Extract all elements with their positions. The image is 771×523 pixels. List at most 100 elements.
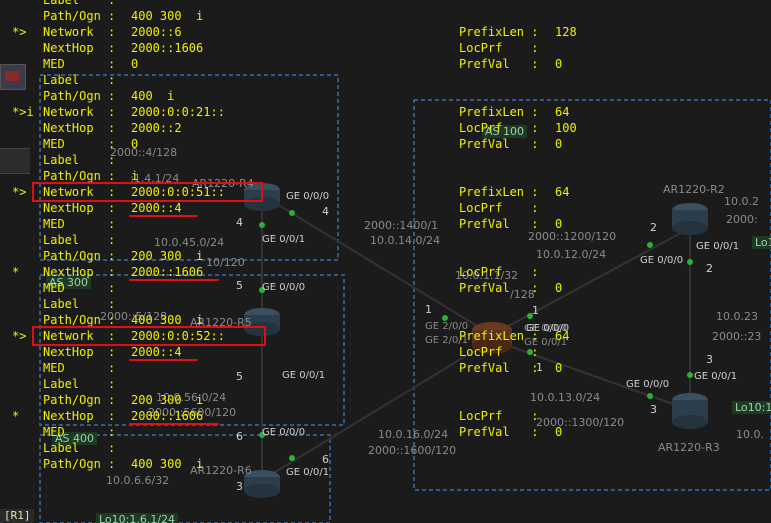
route-field-value: 128: [555, 25, 577, 39]
route-field-colon: :: [531, 137, 539, 151]
route-field-key: Network: [43, 105, 94, 119]
route-status-code: *>: [12, 329, 27, 343]
terminal-output[interactable]: Label: Path/Ogn:400 300 i *> Network:2000::…: [0, 0, 771, 523]
annotation-underline: [129, 359, 198, 361]
route-field-key: LocPrf: [459, 201, 503, 215]
route-field-value: 2000::1606: [131, 41, 204, 55]
route-field-key: NextHop: [43, 201, 94, 215]
route-field-value: 400 i: [131, 89, 175, 103]
route-field-key: PrefixLen: [459, 329, 525, 343]
route-field-value: 0: [555, 57, 563, 71]
route-field-colon: :: [107, 25, 116, 39]
route-field-value: 400 300 i: [131, 9, 204, 23]
route-field-value: 2000:0:0:21::: [131, 105, 225, 119]
route-field-colon: :: [107, 89, 116, 103]
route-field-key: LocPrf: [459, 345, 503, 359]
route-field-colon: :: [107, 0, 116, 7]
route-field-key: Label: [43, 73, 80, 87]
route-field-colon: :: [531, 121, 539, 135]
route-field-colon: :: [107, 105, 116, 119]
route-field-colon: :: [531, 265, 539, 279]
route-field-colon: :: [531, 425, 539, 439]
route-field-value: 100: [555, 121, 577, 135]
route-field-key: LocPrf: [459, 409, 503, 423]
route-field-value: 0: [131, 137, 139, 151]
route-field-key: NextHop: [43, 41, 94, 55]
route-field-colon: :: [107, 441, 116, 455]
route-field-value: 200 300 i: [131, 393, 204, 407]
route-field-key: LocPrf: [459, 265, 503, 279]
route-field-key: PrefixLen: [459, 185, 525, 199]
route-field-key: LocPrf: [459, 121, 503, 135]
annotation-highlight-box: [32, 326, 266, 346]
route-field-key: Path/Ogn: [43, 249, 101, 263]
route-field-value: 0: [555, 361, 563, 375]
route-status-code: *: [12, 409, 20, 423]
route-field-colon: :: [107, 121, 116, 135]
route-field-value: 64: [555, 185, 570, 199]
route-field-colon: :: [531, 345, 539, 359]
route-field-colon: :: [107, 201, 116, 215]
route-field-key: PrefVal: [459, 137, 510, 151]
route-field-key: Path/Ogn: [43, 393, 101, 407]
route-field-value: 2000::1606: [131, 265, 204, 279]
route-field-key: Label: [43, 297, 80, 311]
route-field-colon: :: [107, 393, 116, 407]
route-field-key: MED: [43, 281, 65, 295]
route-status-code: *: [12, 265, 20, 279]
route-field-colon: :: [531, 329, 539, 343]
route-field-key: NextHop: [43, 345, 94, 359]
ensp-workspace: AR1220-R4 AR1220-R5 AR1220-R6 AR1220-R2 …: [0, 0, 771, 523]
route-field-key: NextHop: [43, 121, 94, 135]
annotation-underline: [129, 423, 220, 425]
route-field-value: 64: [555, 329, 570, 343]
route-field-value: 2000::1606: [131, 409, 204, 423]
route-field-colon: :: [531, 281, 539, 295]
route-field-colon: :: [107, 233, 116, 247]
route-field-key: Label: [43, 153, 80, 167]
route-field-value: 0: [555, 281, 563, 295]
route-field-colon: :: [107, 265, 116, 279]
route-field-key: PrefVal: [459, 281, 510, 295]
route-field-value: 0: [555, 425, 563, 439]
status-corner-label: [R1]: [0, 509, 34, 523]
annotation-underline: [129, 215, 198, 217]
route-field-colon: :: [107, 57, 116, 71]
route-field-value: 0: [555, 217, 563, 231]
route-field-colon: :: [107, 137, 116, 151]
route-field-colon: :: [107, 361, 116, 375]
route-field-key: Path/Ogn: [43, 9, 101, 23]
route-field-colon: :: [531, 105, 539, 119]
route-field-key: LocPrf: [459, 41, 503, 55]
route-field-colon: :: [107, 217, 116, 231]
route-field-colon: :: [107, 377, 116, 391]
route-field-key: MED: [43, 137, 65, 151]
route-field-colon: :: [531, 25, 539, 39]
route-field-key: PrefVal: [459, 217, 510, 231]
route-field-key: PrefVal: [459, 361, 510, 375]
route-field-key: Label: [43, 0, 80, 7]
route-field-colon: :: [531, 201, 539, 215]
route-field-colon: :: [107, 73, 116, 87]
route-field-value: 2000::6: [131, 25, 182, 39]
route-field-colon: :: [107, 281, 116, 295]
route-field-key: PrefixLen: [459, 25, 525, 39]
route-field-key: NextHop: [43, 265, 94, 279]
route-field-value: 2000::4: [131, 345, 182, 359]
route-field-colon: :: [107, 9, 116, 23]
annotation-highlight-box: [32, 182, 263, 202]
route-field-colon: :: [107, 425, 116, 439]
route-field-colon: :: [531, 57, 539, 71]
route-field-colon: :: [107, 409, 116, 423]
route-field-key: Path/Ogn: [43, 457, 101, 471]
annotation-underline: [129, 279, 220, 281]
route-field-value: 200 300 i: [131, 249, 204, 263]
route-field-key: MED: [43, 425, 65, 439]
route-field-colon: :: [531, 361, 539, 375]
route-status-code: *>: [12, 25, 27, 39]
route-field-value: 2000::2: [131, 121, 182, 135]
route-field-value: 0: [131, 57, 139, 71]
route-field-key: Label: [43, 233, 80, 247]
route-field-colon: :: [107, 345, 116, 359]
route-field-colon: :: [107, 41, 116, 55]
